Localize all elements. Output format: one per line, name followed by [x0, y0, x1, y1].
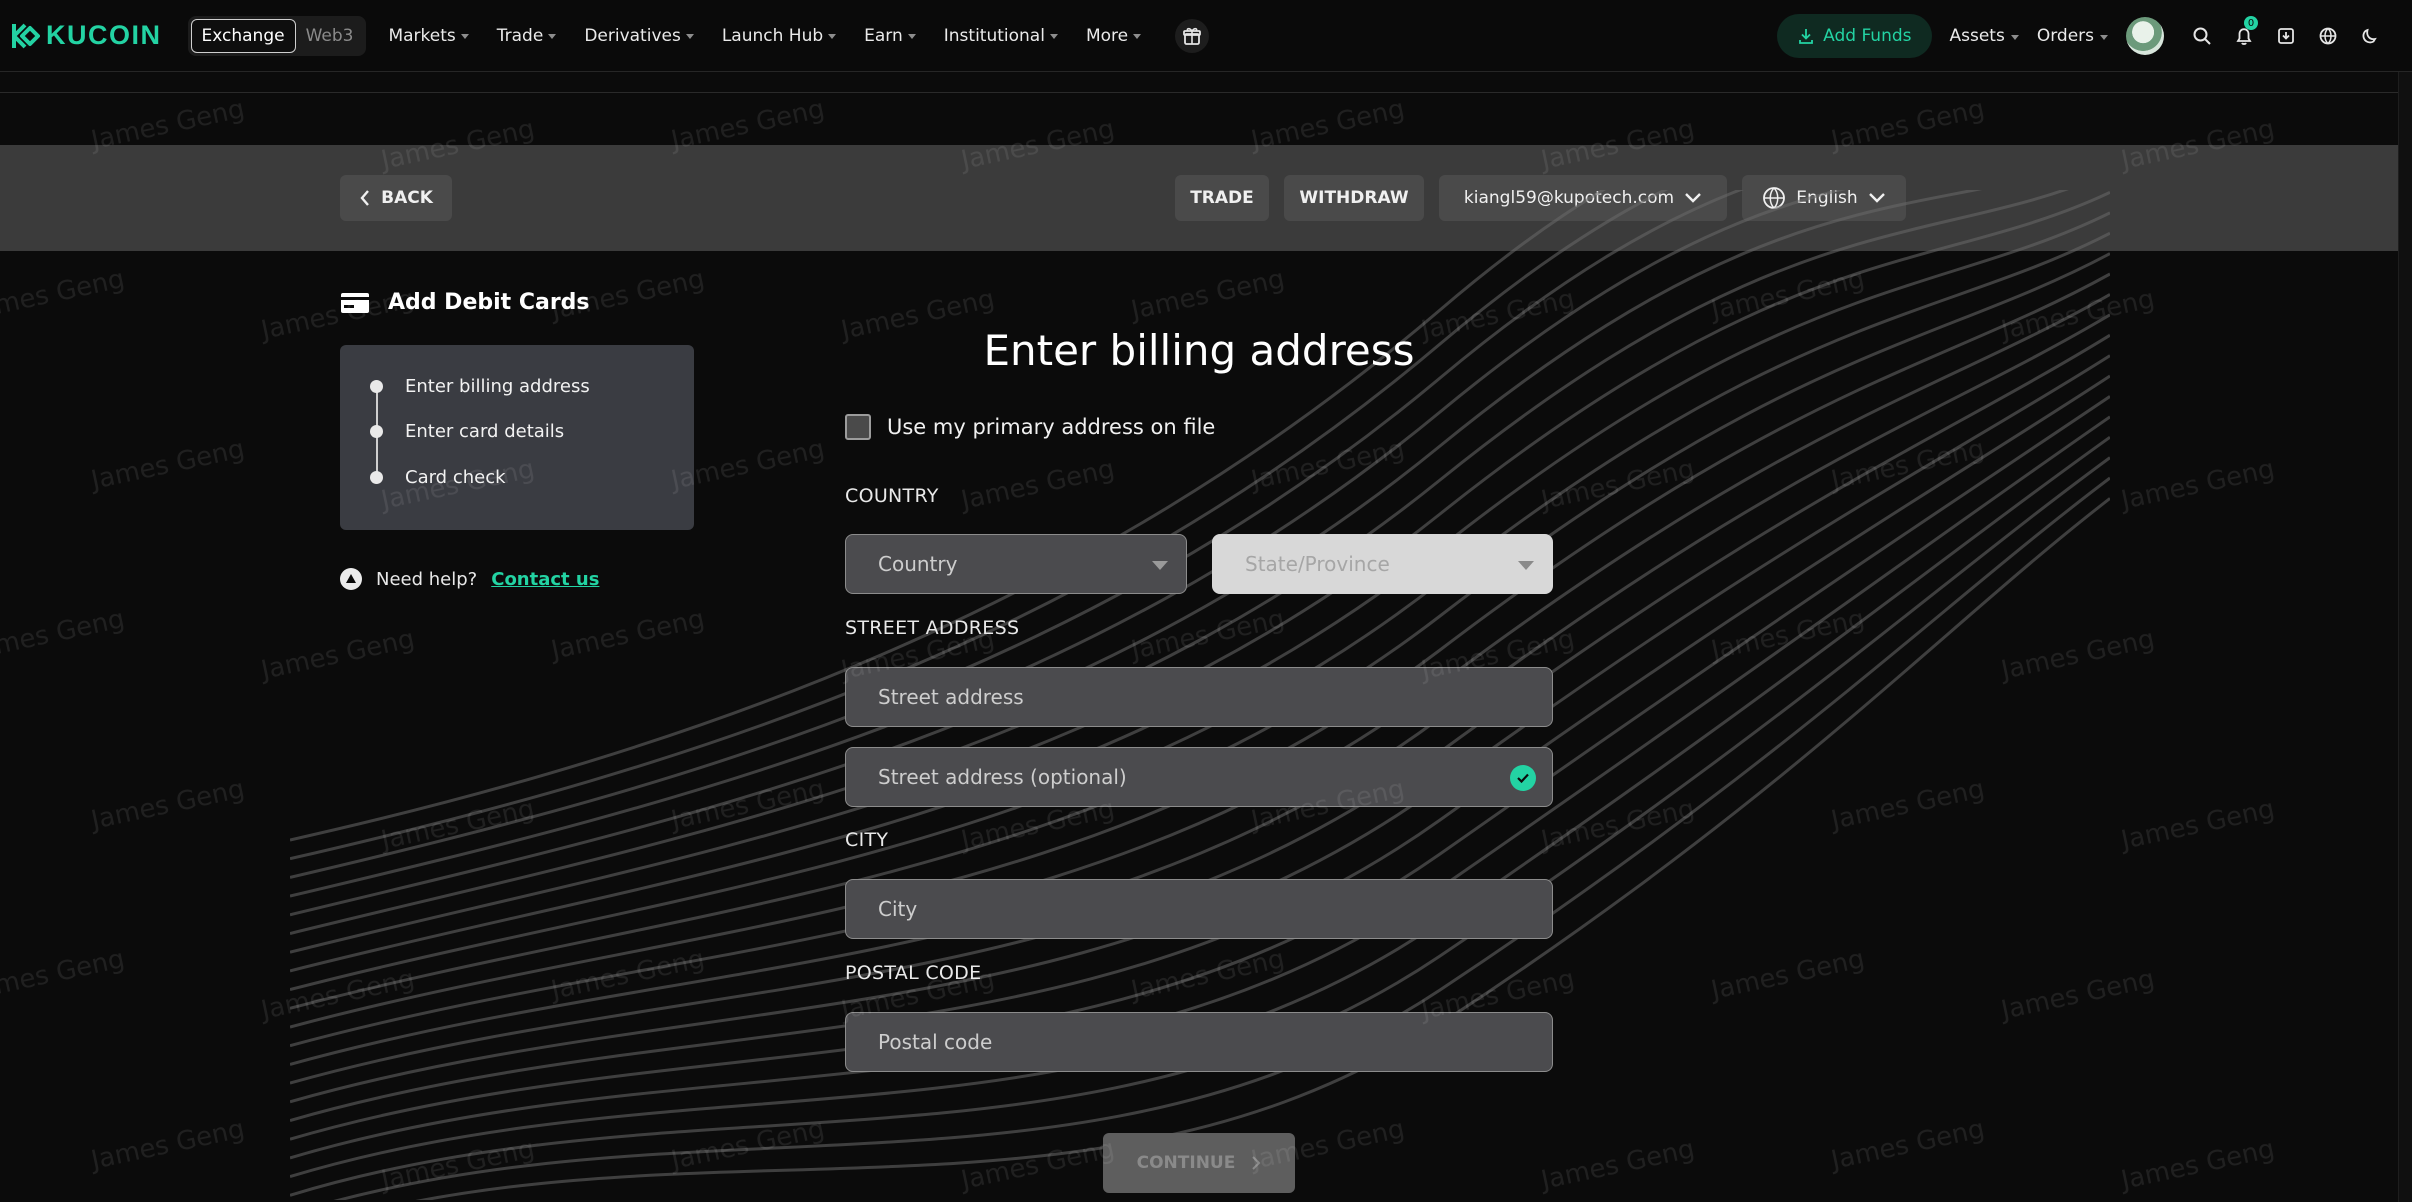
scrollbar[interactable]: [2398, 72, 2412, 1202]
street-address-optional-input[interactable]: Street address (optional): [845, 747, 1553, 807]
avatar[interactable]: [2126, 17, 2164, 55]
support-icon: [340, 568, 362, 590]
brand-name: KUCOIN: [46, 20, 162, 50]
country-label: COUNTRY: [845, 485, 939, 507]
menu-trade[interactable]: Trade: [497, 26, 557, 46]
menu-label: Markets: [388, 25, 456, 46]
gift-button[interactable]: [1175, 18, 1210, 53]
watermark: James Geng: [0, 944, 128, 1006]
watermark: James Geng: [2118, 454, 2278, 516]
step-card-details: Enter card details: [370, 421, 564, 442]
help-text: Need help?: [376, 568, 478, 590]
download-icon: [1799, 29, 1814, 44]
caret-down-icon: [907, 34, 916, 39]
add-funds-button[interactable]: Add Funds: [1777, 14, 1932, 58]
caret-down-icon: [460, 34, 469, 39]
city-placeholder: City: [878, 897, 918, 921]
exchange-web3-switch: Exchange Web3: [187, 15, 367, 56]
caret-down-icon: [2010, 34, 2019, 40]
download-app-icon: [2278, 28, 2294, 44]
orders-label: Orders: [2036, 26, 2094, 46]
menu-markets[interactable]: Markets: [388, 25, 469, 46]
assets-label: Assets: [1949, 26, 2005, 46]
segment-web3[interactable]: Web3: [296, 20, 364, 52]
menu-institutional[interactable]: Institutional: [944, 26, 1058, 46]
caret-down-icon: [1518, 561, 1534, 570]
menu-launch-hub[interactable]: Launch Hub: [721, 25, 837, 46]
search-icon: [2193, 27, 2211, 45]
caret-down-icon: [1133, 34, 1142, 39]
primary-address-option[interactable]: Use my primary address on file: [845, 414, 1215, 440]
country-placeholder: Country: [878, 552, 958, 576]
menu-label: Launch Hub: [721, 25, 824, 46]
state-province-select[interactable]: State/Province: [1212, 534, 1553, 594]
gift-icon: [1183, 27, 1202, 45]
kucoin-logo[interactable]: KUCOIN: [10, 20, 162, 51]
segment-exchange[interactable]: Exchange: [190, 18, 296, 53]
menu-more[interactable]: More: [1085, 25, 1142, 46]
orders-menu[interactable]: Orders: [2037, 26, 2108, 46]
watermark: James Geng: [88, 1114, 248, 1176]
street-address-placeholder: Street address: [878, 685, 1024, 709]
step-dot: [370, 380, 383, 393]
notifications-button[interactable]: 0: [2230, 16, 2258, 50]
step-dot: [370, 425, 383, 438]
check-circle-icon: [1510, 765, 1536, 791]
language-currency-button[interactable]: [2314, 22, 2342, 50]
continue-label: CONTINUE: [1136, 1153, 1236, 1173]
watermark: James Geng: [0, 604, 128, 666]
postal-code-placeholder: Postal code: [878, 1030, 993, 1054]
moon-icon: [2362, 28, 2377, 44]
caret-down-icon: [685, 34, 694, 39]
contact-us-link[interactable]: Contact us: [491, 569, 599, 590]
caret-down-icon: [828, 34, 837, 39]
primary-address-label: Use my primary address on file: [887, 415, 1216, 439]
help-row: Need help? Contact us: [340, 568, 599, 590]
primary-address-checkbox[interactable]: [845, 414, 871, 440]
menu-earn[interactable]: Earn: [864, 26, 916, 46]
menu-derivatives[interactable]: Derivatives: [584, 26, 694, 46]
menu-label: Institutional: [943, 25, 1045, 46]
city-input[interactable]: City: [845, 879, 1553, 939]
step-billing-address: Enter billing address: [370, 376, 590, 397]
step-label: Enter card details: [405, 421, 565, 442]
watermark: James Geng: [88, 774, 248, 836]
caret-down-icon: [1049, 34, 1058, 39]
watermark: James Geng: [2118, 1134, 2278, 1196]
menu-label: Earn: [864, 25, 903, 46]
menu-label: Derivatives: [584, 25, 681, 46]
watermark: James Geng: [0, 264, 128, 326]
watermark: James Geng: [88, 434, 248, 496]
menu-label: More: [1085, 25, 1129, 46]
caret-down-icon: [1152, 561, 1168, 570]
watermark: James Geng: [2118, 794, 2278, 856]
country-select[interactable]: Country: [845, 534, 1187, 594]
assets-menu[interactable]: Assets: [1950, 26, 2019, 46]
menu-label: Trade: [496, 25, 544, 46]
nav-right: Add Funds Assets Orders 0: [1777, 0, 2412, 72]
add-funds-label: Add Funds: [1823, 26, 1912, 46]
theme-toggle-button[interactable]: [2356, 22, 2384, 50]
caret-down-icon: [548, 34, 557, 39]
main-menu: Markets Trade Derivatives Launch Hub Ear…: [388, 18, 1210, 53]
search-button[interactable]: [2188, 22, 2216, 50]
download-app-button[interactable]: [2272, 22, 2300, 50]
globe-icon: [2319, 27, 2337, 45]
street-address-optional-placeholder: Street address (optional): [878, 765, 1127, 789]
step-dot: [370, 471, 383, 484]
kucoin-logo-icon: [12, 23, 40, 48]
city-label: CITY: [845, 829, 889, 851]
caret-down-icon: [2100, 34, 2108, 40]
notification-badge: 0: [2244, 16, 2258, 30]
step-label: Enter billing address: [405, 376, 590, 397]
divider: [0, 92, 2398, 93]
top-nav: KUCOIN Exchange Web3 Markets Trade Deriv…: [0, 0, 2412, 72]
page: KUCOIN Exchange Web3 Markets Trade Deriv…: [0, 0, 2412, 1202]
state-placeholder: State/Province: [1245, 552, 1390, 576]
